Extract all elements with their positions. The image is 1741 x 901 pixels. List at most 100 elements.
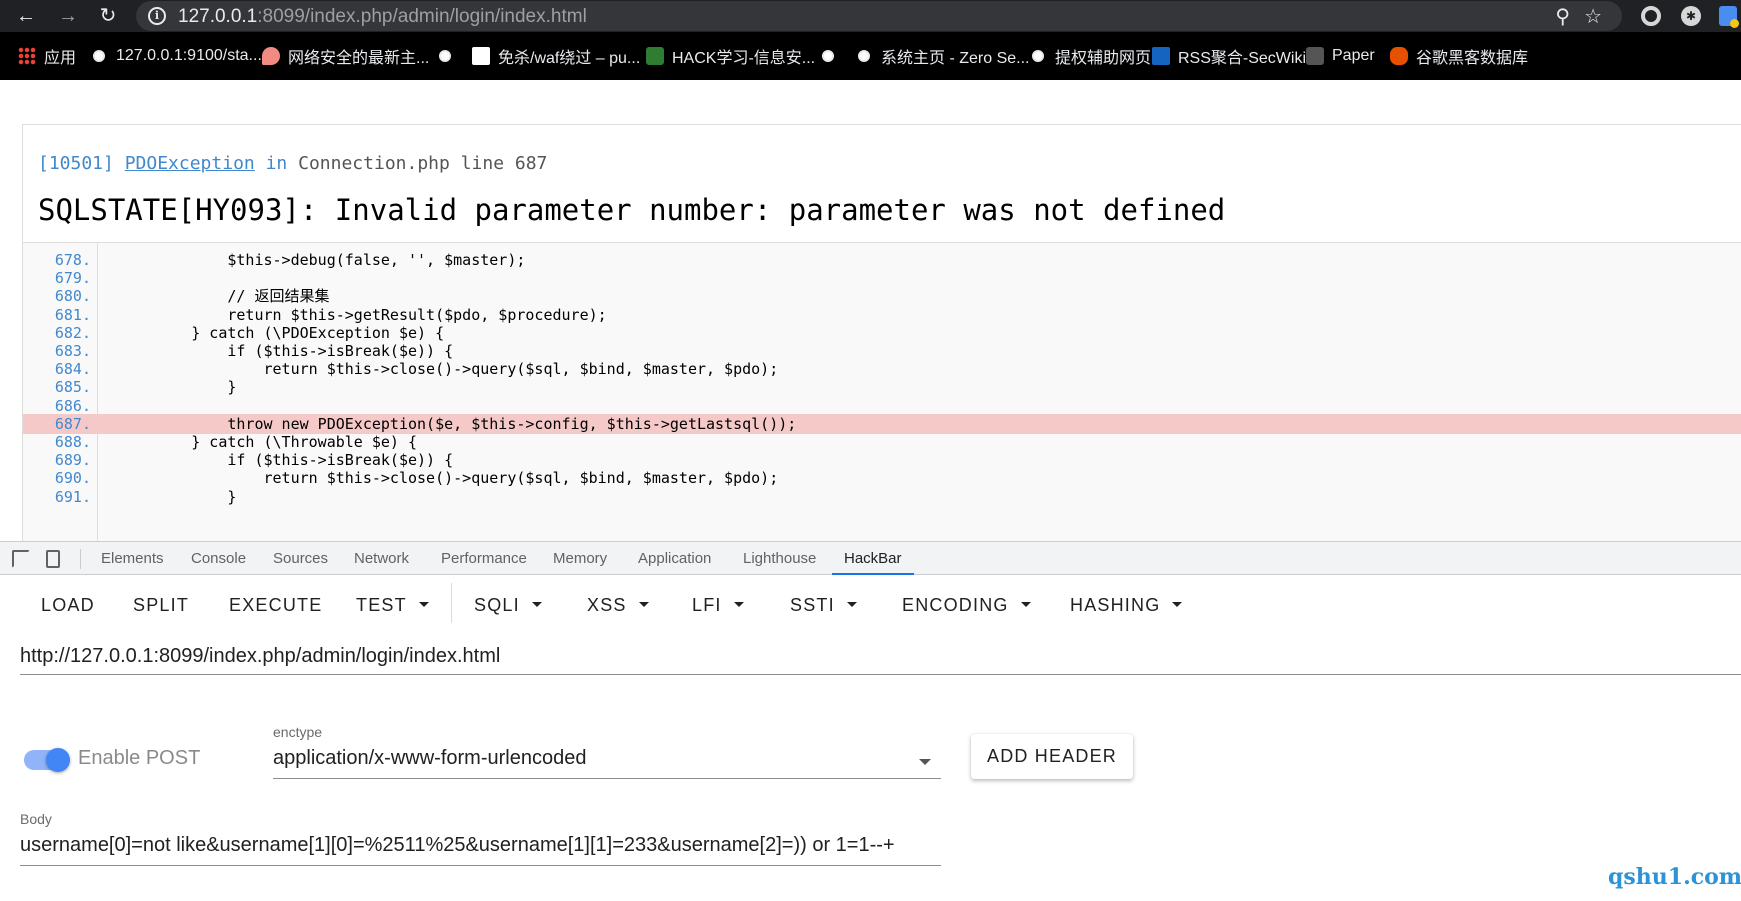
exception-panel: [10501] PDOException in Connection.php l… bbox=[22, 124, 1741, 542]
bookmark-item[interactable]: 谷歌黑客数据库 bbox=[1390, 44, 1528, 68]
sqli-menu-button[interactable]: SQLI bbox=[474, 593, 542, 617]
encoding-menu-button[interactable]: ENCODING bbox=[902, 593, 1031, 617]
watermark: qshu1.com bbox=[1608, 864, 1741, 890]
caret-down-icon bbox=[1172, 601, 1183, 607]
bookmark-item[interactable]: 提权辅助网页 bbox=[1029, 44, 1151, 68]
devtools-tab-network[interactable]: Network bbox=[354, 542, 409, 575]
rss-icon bbox=[1152, 47, 1170, 65]
hashing-menu-button[interactable]: HASHING bbox=[1070, 593, 1183, 617]
chat-icon bbox=[262, 47, 280, 65]
add-header-button[interactable]: ADD HEADER bbox=[971, 734, 1133, 779]
enable-post-label: Enable POST bbox=[78, 747, 201, 769]
globe-icon bbox=[436, 47, 454, 65]
devtools-tab-hackbar[interactable]: HackBar bbox=[832, 542, 914, 575]
extension-badge-icon[interactable]: ✱ bbox=[1681, 6, 1701, 26]
code-line: 682. } catch (\PDOException $e) { bbox=[23, 323, 1741, 343]
bookmark-item[interactable] bbox=[819, 44, 837, 68]
bookmark-item[interactable]: 应用 bbox=[18, 44, 76, 68]
enctype-select[interactable]: application/x-www-form-urlencoded bbox=[273, 743, 941, 779]
bookmark-item[interactable]: 免杀/waf绕过 – pu... bbox=[472, 44, 640, 68]
xss-menu-button[interactable]: XSS bbox=[587, 593, 649, 617]
hackbar-toolbar: LOAD SPLIT EXECUTE TEST SQLI XSS LFI SSTI ENCODI… bbox=[0, 575, 1741, 635]
url-host: 127.0.0.1 bbox=[178, 6, 258, 27]
devtools-panel: Elements Console Sources Network Performance… bbox=[0, 541, 1741, 901]
globe-icon bbox=[855, 47, 873, 65]
globe-icon bbox=[1029, 47, 1047, 65]
code-text: } catch (\Throwable $e) { bbox=[119, 433, 418, 451]
bookmark-item[interactable] bbox=[436, 44, 454, 68]
split-button[interactable]: SPLIT bbox=[133, 593, 189, 617]
source-code-view: 678. $this->debug(false, '', $master); 67… bbox=[23, 242, 1741, 542]
test-menu-button[interactable]: TEST bbox=[356, 593, 429, 617]
ssti-menu-button[interactable]: SSTI bbox=[790, 593, 857, 617]
bookmark-item[interactable]: 127.0.0.1:9100/sta... bbox=[90, 44, 262, 68]
bookmark-star-icon[interactable]: ☆ bbox=[1584, 4, 1602, 29]
code-line: 678. $this->debug(false, '', $master); bbox=[23, 250, 1741, 270]
bookmarks-bar: 应用 127.0.0.1:9100/sta... 网络安全的最新主... 免杀/waf… bbox=[0, 32, 1741, 80]
bookmark-label: 系统主页 - Zero Se... bbox=[881, 50, 1030, 67]
devtools-tab-lighthouse[interactable]: Lighthouse bbox=[743, 542, 816, 575]
menu-label: XSS bbox=[587, 595, 627, 615]
devtools-tab-elements[interactable]: Elements bbox=[101, 542, 164, 575]
device-toolbar-icon[interactable] bbox=[46, 550, 60, 568]
hackbar-url-input[interactable]: http://127.0.0.1:8099/index.php/admin/lo… bbox=[20, 645, 1741, 675]
caret-down-icon bbox=[418, 601, 429, 607]
document-icon bbox=[472, 47, 490, 65]
extension-profile-icon[interactable] bbox=[1719, 6, 1739, 28]
devtools-tab-memory[interactable]: Memory bbox=[553, 542, 607, 575]
line-number: 679. bbox=[54, 269, 91, 288]
enctype-value: application/x-www-form-urlencoded bbox=[273, 747, 587, 769]
error-code: [10501] bbox=[38, 153, 114, 174]
bug-icon bbox=[1390, 47, 1408, 65]
bookmark-item[interactable]: RSS聚合-SecWiki bbox=[1152, 44, 1306, 68]
code-line: 691. } bbox=[23, 487, 1741, 507]
bookmark-label: Paper bbox=[1332, 47, 1375, 64]
bookmark-item[interactable]: HACK学习-信息安... bbox=[646, 44, 815, 68]
line-number: 690. bbox=[54, 469, 91, 488]
code-text: if ($this->isBreak($e)) { bbox=[119, 451, 454, 470]
line-number: 689. bbox=[54, 451, 91, 470]
inspect-element-icon[interactable] bbox=[12, 550, 30, 568]
execute-button[interactable]: EXECUTE bbox=[229, 593, 322, 617]
line-number: 688. bbox=[54, 433, 91, 451]
code-text: // 返回结果集 bbox=[119, 287, 330, 306]
toolbar-divider bbox=[80, 549, 81, 569]
reload-icon[interactable]: ↻ bbox=[96, 4, 120, 28]
zoom-icon[interactable]: ⚲ bbox=[1555, 4, 1570, 29]
apps-grid-icon bbox=[18, 47, 36, 65]
devtools-tab-performance[interactable]: Performance bbox=[441, 542, 527, 575]
lfi-menu-button[interactable]: LFI bbox=[692, 593, 744, 617]
code-text: return $this->close()->query($sql, $bind… bbox=[119, 469, 779, 488]
devtools-tab-application[interactable]: Application bbox=[638, 542, 711, 575]
extension-circle-icon[interactable] bbox=[1641, 6, 1661, 26]
load-button[interactable]: LOAD bbox=[41, 593, 95, 617]
body-input[interactable]: username[0]=not like&username[1][0]=%251… bbox=[20, 830, 941, 866]
devtools-tab-sources[interactable]: Sources bbox=[273, 542, 328, 575]
bookmark-item[interactable]: 网络安全的最新主... bbox=[262, 44, 429, 68]
menu-label: SQLI bbox=[474, 595, 520, 615]
code-line: 686. bbox=[23, 396, 1741, 416]
code-line: 689. if ($this->isBreak($e)) { bbox=[23, 450, 1741, 470]
code-line: 688. } catch (\Throwable $e) { bbox=[23, 432, 1741, 452]
bookmark-label: 应用 bbox=[44, 50, 77, 67]
code-line: 684. return $this->close()->query($sql, … bbox=[23, 359, 1741, 379]
enable-post-toggle-thumb[interactable] bbox=[46, 748, 70, 772]
forward-arrow-icon[interactable]: → bbox=[56, 4, 80, 28]
back-arrow-icon[interactable]: ← bbox=[14, 4, 38, 28]
exception-class-link[interactable]: PDOException bbox=[125, 153, 255, 174]
devtools-tab-console[interactable]: Console bbox=[191, 542, 246, 575]
menu-label: LFI bbox=[692, 595, 722, 615]
bookmark-item[interactable]: 系统主页 - Zero Se... bbox=[855, 44, 1029, 68]
bookmark-label: 网络安全的最新主... bbox=[288, 50, 430, 67]
line-number: 678. bbox=[54, 251, 91, 269]
code-text: $this->debug(false, '', $master); bbox=[119, 251, 526, 269]
bookmark-label: 127.0.0.1:9100/sta... bbox=[116, 47, 262, 64]
caret-down-icon bbox=[1020, 601, 1031, 607]
address-url[interactable]: 127.0.0.1:8099/index.php/admin/login/ind… bbox=[178, 6, 587, 28]
site-info-icon[interactable]: i bbox=[148, 7, 166, 25]
bookmark-item[interactable]: Paper bbox=[1306, 44, 1375, 68]
address-bar[interactable]: i 127.0.0.1:8099/index.php/admin/login/i… bbox=[136, 1, 1622, 31]
code-text: } bbox=[119, 487, 237, 506]
code-text: return $this->close()->query($sql, $bind… bbox=[119, 360, 779, 379]
line-number: 685. bbox=[54, 378, 91, 397]
